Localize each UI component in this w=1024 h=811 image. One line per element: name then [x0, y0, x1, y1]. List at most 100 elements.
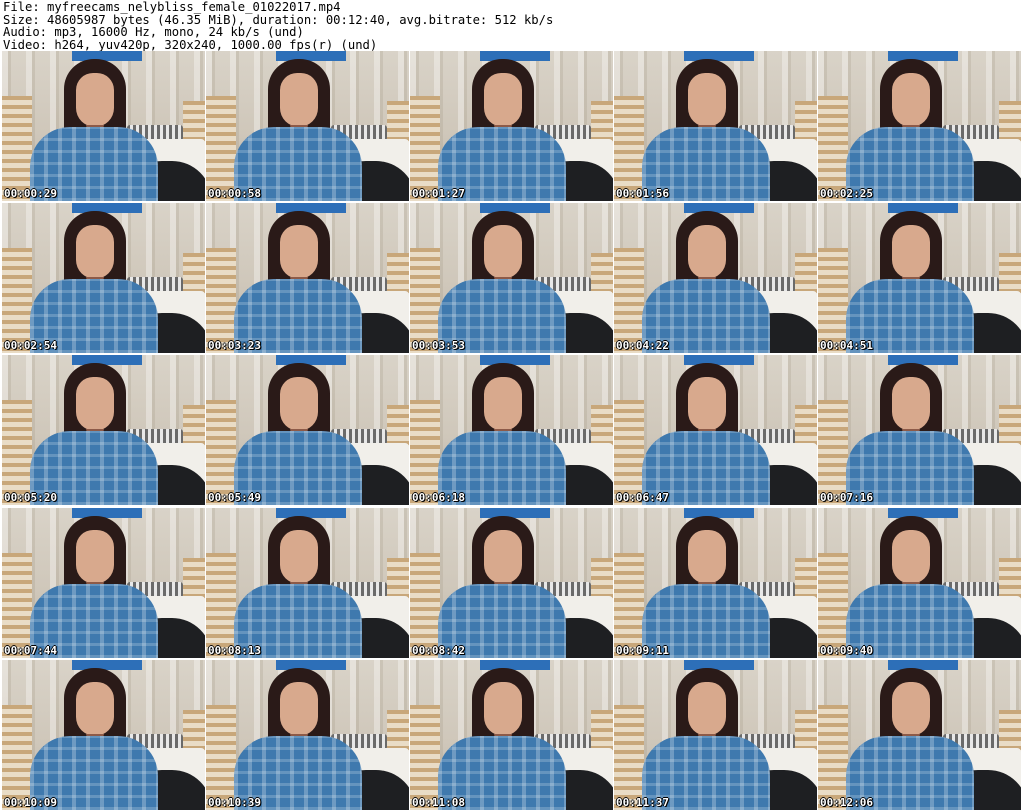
thumbnail-timestamp: 00:03:53 [412, 339, 465, 352]
thumbnail-timestamp: 00:00:29 [4, 187, 57, 200]
thumbnail-timestamp: 00:07:44 [4, 644, 57, 657]
thumbnail-flag [480, 508, 550, 518]
thumbnail-shelf-left [818, 400, 848, 505]
thumbnail-flag [888, 355, 958, 365]
thumbnail-flag [684, 355, 754, 365]
thumbnail-shelf-left [818, 705, 848, 810]
thumbnail-face [688, 530, 726, 584]
thumbnail-timestamp: 00:09:40 [820, 644, 873, 657]
thumbnail-flag [72, 660, 142, 670]
thumbnail-flag [480, 355, 550, 365]
thumbnail-flag [684, 660, 754, 670]
video-thumbnail: 00:12:06 [818, 660, 1021, 810]
thumbnail-shelf-left [2, 96, 32, 201]
thumbnail-shelf-left [206, 96, 236, 201]
thumbnail-timestamp: 00:08:13 [208, 644, 261, 657]
video-thumbnail: 00:07:44 [2, 508, 205, 658]
video-thumbnail: 00:04:22 [614, 203, 817, 353]
video-thumbnail: 00:07:16 [818, 355, 1021, 505]
thumbnail-face [892, 682, 930, 736]
thumbnail-shelf-left [2, 400, 32, 505]
thumbnail-face [76, 682, 114, 736]
thumbnail-timestamp: 00:05:20 [4, 491, 57, 504]
thumbnail-shelf-left [410, 705, 440, 810]
thumbnail-shelf-left [410, 400, 440, 505]
thumbnail-flag [72, 355, 142, 365]
thumbnail-face [484, 73, 522, 127]
thumbnail-timestamp: 00:01:56 [616, 187, 669, 200]
thumbnail-shelf-left [818, 248, 848, 353]
thumbnail-timestamp: 00:06:47 [616, 491, 669, 504]
thumbnail-face [280, 377, 318, 431]
thumbnail-flag [480, 51, 550, 61]
thumbnail-flag [276, 355, 346, 365]
thumbnail-shelf-left [206, 553, 236, 658]
thumbnail-flag [684, 203, 754, 213]
thumbnail-face [76, 530, 114, 584]
thumbnail-timestamp: 00:02:54 [4, 339, 57, 352]
thumbnail-timestamp: 00:08:42 [412, 644, 465, 657]
thumbnail-flag [276, 203, 346, 213]
video-thumbnail: 00:05:49 [206, 355, 409, 505]
thumbnail-timestamp: 00:01:27 [412, 187, 465, 200]
thumbnail-face [892, 530, 930, 584]
thumbnail-timestamp: 00:04:22 [616, 339, 669, 352]
thumbnail-shelf-left [410, 553, 440, 658]
thumbnail-timestamp: 00:07:16 [820, 491, 873, 504]
thumbnail-face [688, 377, 726, 431]
video-thumbnail: 00:02:54 [2, 203, 205, 353]
thumbnail-face [484, 377, 522, 431]
thumbnail-flag [684, 51, 754, 61]
thumbnail-face [76, 73, 114, 127]
thumbnail-face [76, 377, 114, 431]
thumbnail-face [484, 530, 522, 584]
video-thumbnail: 00:05:20 [2, 355, 205, 505]
thumbnail-face [892, 377, 930, 431]
thumbnail-shelf-left [614, 705, 644, 810]
thumbnail-shelf-left [2, 248, 32, 353]
video-thumbnail: 00:00:29 [2, 51, 205, 201]
thumbnail-face [76, 225, 114, 279]
thumbnail-shelf-left [206, 248, 236, 353]
thumbnail-timestamp: 00:11:37 [616, 796, 669, 809]
thumbnail-face [280, 225, 318, 279]
video-thumbnail: 00:09:40 [818, 508, 1021, 658]
thumbnail-shelf-left [2, 553, 32, 658]
thumbnail-face [484, 682, 522, 736]
thumbnail-face [280, 73, 318, 127]
thumbnail-flag [72, 203, 142, 213]
video-thumbnail: 00:03:23 [206, 203, 409, 353]
thumbnail-shelf-left [818, 553, 848, 658]
thumbnail-timestamp: 00:02:25 [820, 187, 873, 200]
thumbnail-shelf-left [614, 553, 644, 658]
thumbnail-shelf-left [206, 705, 236, 810]
video-info-line: Video: h264, yuv420p, 320x240, 1000.00 f… [3, 37, 378, 52]
thumbnail-shelf-left [614, 400, 644, 505]
video-thumbnail: 00:01:56 [614, 51, 817, 201]
thumbnail-shelf-left [614, 96, 644, 201]
thumbnail-shelf-left [2, 705, 32, 810]
video-thumbnail: 00:04:51 [818, 203, 1021, 353]
thumbnail-timestamp: 00:00:58 [208, 187, 261, 200]
thumbnail-flag [480, 203, 550, 213]
thumbnail-timestamp: 00:09:11 [616, 644, 669, 657]
thumbnail-timestamp: 00:12:06 [820, 796, 873, 809]
thumbnail-timestamp: 00:03:23 [208, 339, 261, 352]
thumbnail-face [688, 682, 726, 736]
thumbnail-shelf-left [818, 96, 848, 201]
thumbnail-timestamp: 00:05:49 [208, 491, 261, 504]
thumbnail-flag [888, 203, 958, 213]
thumbnail-shelf-left [614, 248, 644, 353]
thumbnail-face [892, 73, 930, 127]
video-thumbnail: 00:06:47 [614, 355, 817, 505]
thumbnail-face [892, 225, 930, 279]
video-thumbnail: 00:10:09 [2, 660, 205, 810]
thumbnail-flag [888, 660, 958, 670]
thumbnail-face [280, 682, 318, 736]
thumbnail-timestamp: 00:06:18 [412, 491, 465, 504]
thumbnail-shelf-left [206, 400, 236, 505]
video-thumbnail: 00:09:11 [614, 508, 817, 658]
thumbnail-flag [276, 51, 346, 61]
thumbnail-flag [888, 508, 958, 518]
thumbnail-flag [276, 508, 346, 518]
